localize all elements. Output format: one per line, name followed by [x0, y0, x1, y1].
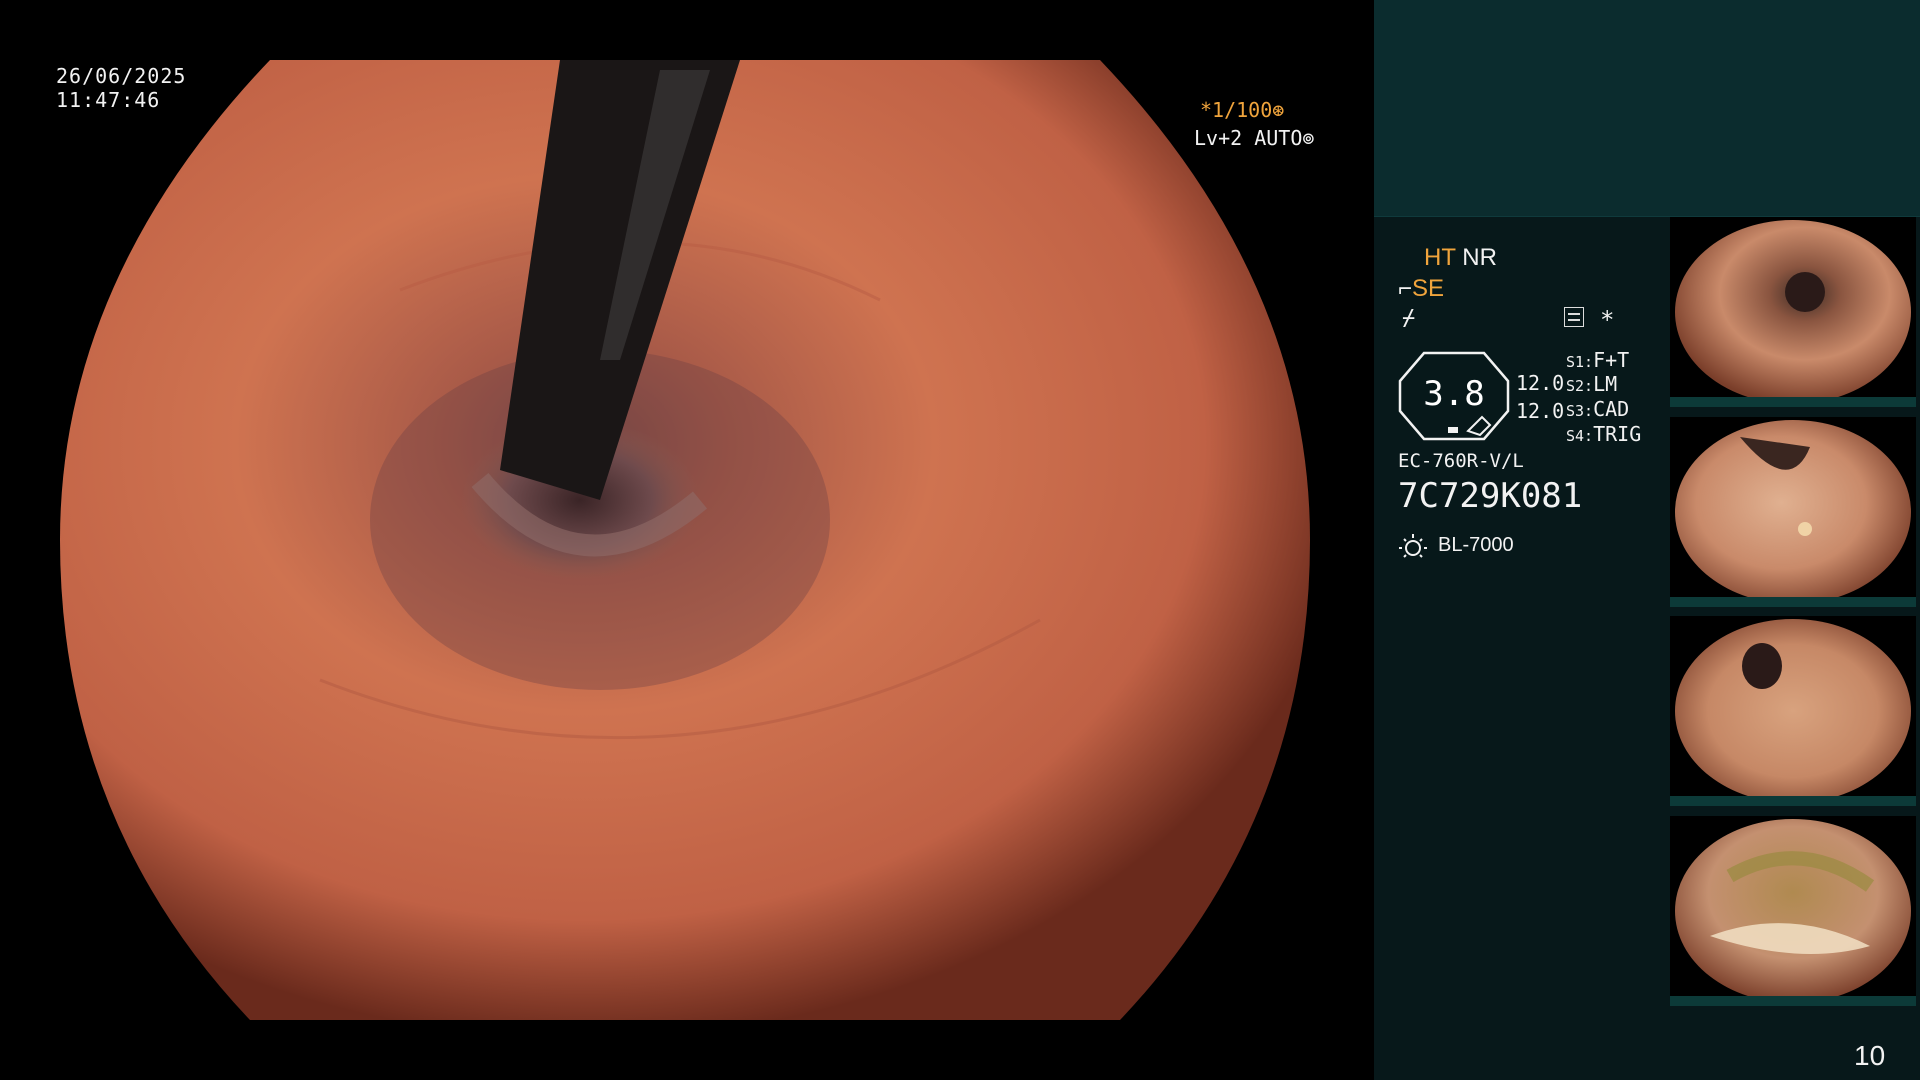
captured-thumbnail-2[interactable]: [1670, 417, 1916, 607]
endoscopic-image: [60, 60, 1310, 1020]
switch-value: LM: [1593, 372, 1618, 396]
wave-icon: ⌿: [1402, 306, 1416, 331]
switch-s3: S3:CAD: [1566, 397, 1629, 421]
thumbnail-image: [1675, 220, 1911, 404]
panel-header-area: [1374, 0, 1920, 217]
switch-value: F+T: [1593, 348, 1630, 372]
thumbnail-image: [1675, 819, 1911, 1003]
thumbnail-bar: [1670, 397, 1916, 407]
iris-indicator: Lv+2 AUTO⊚: [1194, 126, 1315, 150]
structure-enhance-icon: ⌐: [1398, 275, 1413, 302]
switch-s4: S4:TRIG: [1566, 422, 1641, 446]
scope-model: EC-760R-V/L: [1398, 450, 1524, 472]
switch-s1: S1:F+T: [1566, 348, 1629, 372]
exam-time: 11:47:46: [56, 88, 161, 112]
image-counter: 10: [1854, 1040, 1886, 1071]
switch-key: S4:: [1566, 427, 1594, 445]
zoom-value: 3.8: [1423, 374, 1485, 414]
thumbnail-image: [1675, 420, 1911, 604]
thumbnail-bar: [1670, 996, 1916, 1006]
se-status: ⌐SE: [1398, 275, 1444, 303]
thumbnail-bar: [1670, 796, 1916, 806]
ht-label: HT: [1424, 244, 1456, 271]
switch-value: CAD: [1593, 397, 1630, 421]
captured-thumbnail-4[interactable]: [1670, 816, 1916, 1006]
enhancement-status: HT NR: [1424, 244, 1497, 272]
thumbnail-bar: [1670, 597, 1916, 607]
switch-key: S3:: [1566, 402, 1594, 420]
captured-thumbnail-1[interactable]: [1670, 217, 1916, 407]
light-source-icon: [1399, 534, 1427, 558]
value-b: 12.0: [1516, 399, 1565, 423]
memory-icon: [1564, 307, 1584, 327]
captured-thumbnail-3[interactable]: [1670, 616, 1916, 806]
endoscopic-view: [60, 60, 1310, 1020]
star-indicator: *: [1600, 306, 1615, 334]
value-a: 12.0: [1516, 371, 1565, 395]
switch-s2: S2:LM: [1566, 372, 1617, 396]
shutter-indicator: *1/100⊛: [1200, 98, 1285, 122]
switch-value: TRIG: [1593, 422, 1642, 446]
light-source-model: BL-7000: [1438, 534, 1514, 556]
se-label: SE: [1412, 275, 1445, 302]
switch-key: S1:: [1566, 353, 1594, 371]
exam-date: 26/06/2025: [56, 64, 187, 88]
switch-key: S2:: [1566, 377, 1594, 395]
thumbnail-image: [1675, 619, 1911, 803]
nr-label: NR: [1462, 244, 1497, 271]
scope-serial: 7C729K081: [1398, 476, 1583, 516]
